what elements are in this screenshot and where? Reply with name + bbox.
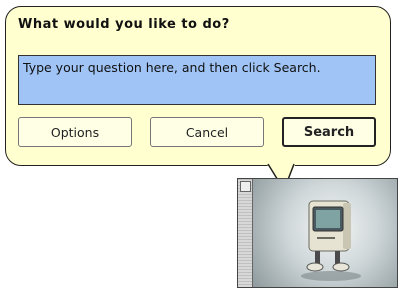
options-button[interactable]: Options [18, 117, 132, 147]
office-assistant-window[interactable] [237, 178, 398, 288]
dialog-title: What would you like to do? [18, 17, 230, 32]
search-button[interactable]: Search [282, 117, 376, 147]
assistant-scrollbar[interactable] [238, 179, 253, 287]
scroll-up-arrow-icon[interactable] [240, 181, 251, 192]
assistant-scene [253, 179, 397, 287]
cancel-button[interactable]: Cancel [150, 117, 264, 147]
question-input[interactable]: Type your question here, and then click … [18, 55, 376, 105]
mac-computer-icon[interactable] [253, 179, 398, 288]
